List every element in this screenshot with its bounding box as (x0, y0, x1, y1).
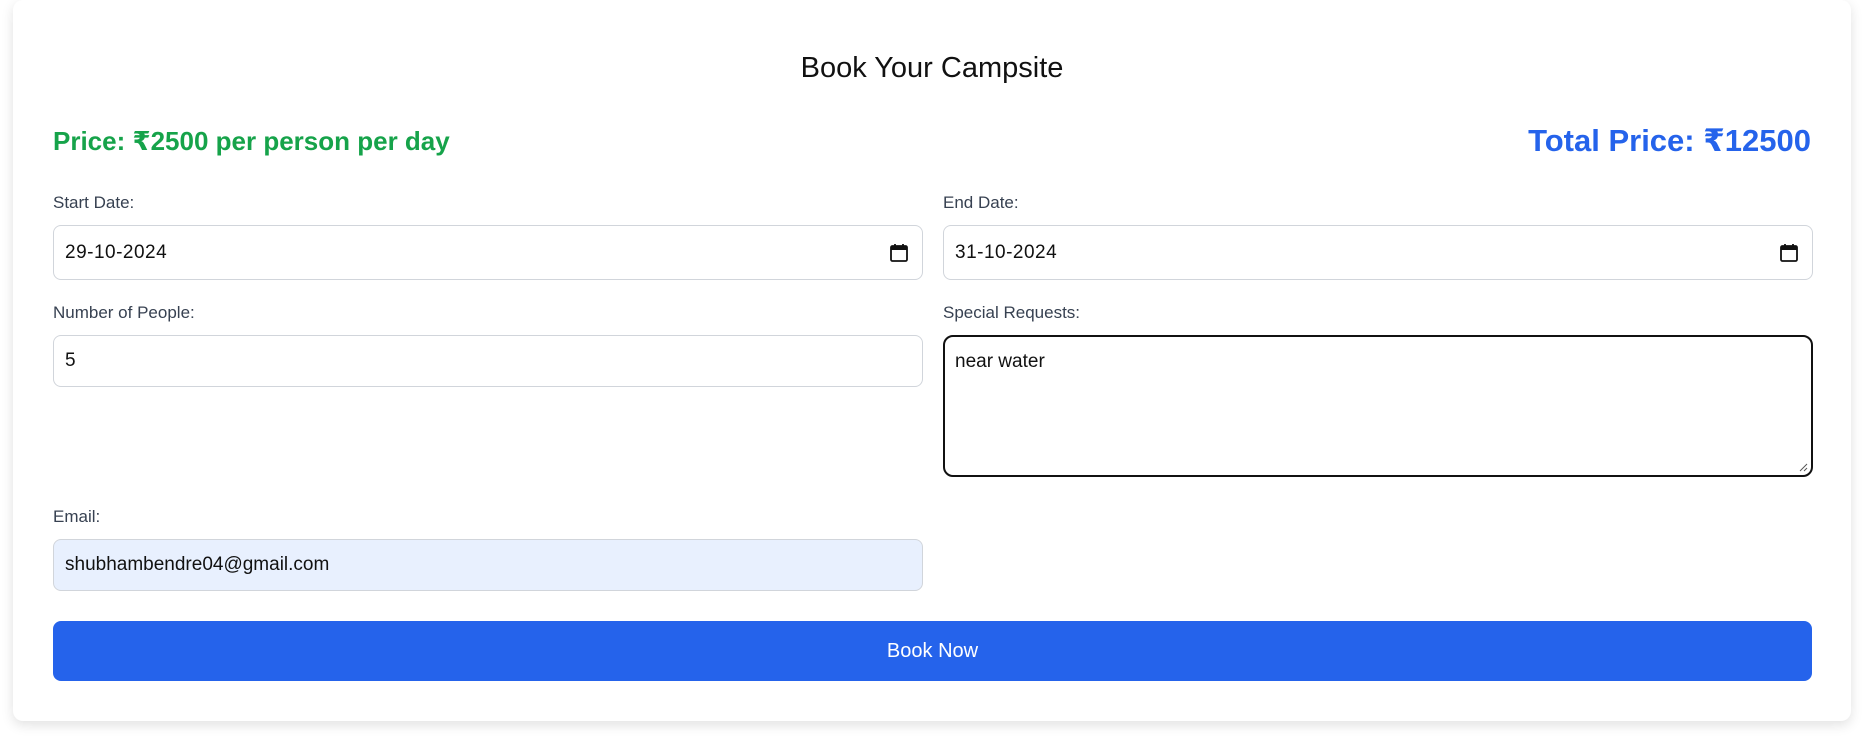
price-per-person: Price: ₹2500 per person per day (53, 126, 450, 156)
total-price: Total Price: ₹12500 (1528, 123, 1811, 158)
calendar-icon[interactable] (889, 243, 909, 263)
people-value: 5 (65, 350, 76, 371)
email-label: Email: (53, 507, 101, 526)
start-date-input[interactable]: 29-10-2024 (53, 225, 923, 280)
special-requests-textarea[interactable]: near water (943, 335, 1813, 477)
people-input[interactable]: 5 (53, 335, 923, 387)
end-date-label: End Date: (943, 193, 1019, 212)
requests-value: near water (955, 351, 1045, 372)
email-input[interactable]: shubhambendre04@gmail.com (53, 539, 923, 591)
people-label: Number of People: (53, 303, 195, 322)
end-date-value: 31-10-2024 (955, 241, 1058, 263)
calendar-icon[interactable] (1779, 243, 1799, 263)
page-title: Book Your Campsite (800, 52, 1064, 84)
booking-card: Book Your Campsite Price: ₹2500 per pers… (13, 0, 1851, 721)
resize-grip-icon[interactable] (1798, 462, 1808, 472)
book-now-button[interactable]: Book Now (53, 621, 1812, 681)
start-date-label: Start Date: (53, 193, 135, 212)
start-date-value: 29-10-2024 (65, 241, 168, 263)
email-value: shubhambendre04@gmail.com (65, 554, 330, 575)
requests-label: Special Requests: (943, 303, 1081, 322)
end-date-input[interactable]: 31-10-2024 (943, 225, 1813, 280)
